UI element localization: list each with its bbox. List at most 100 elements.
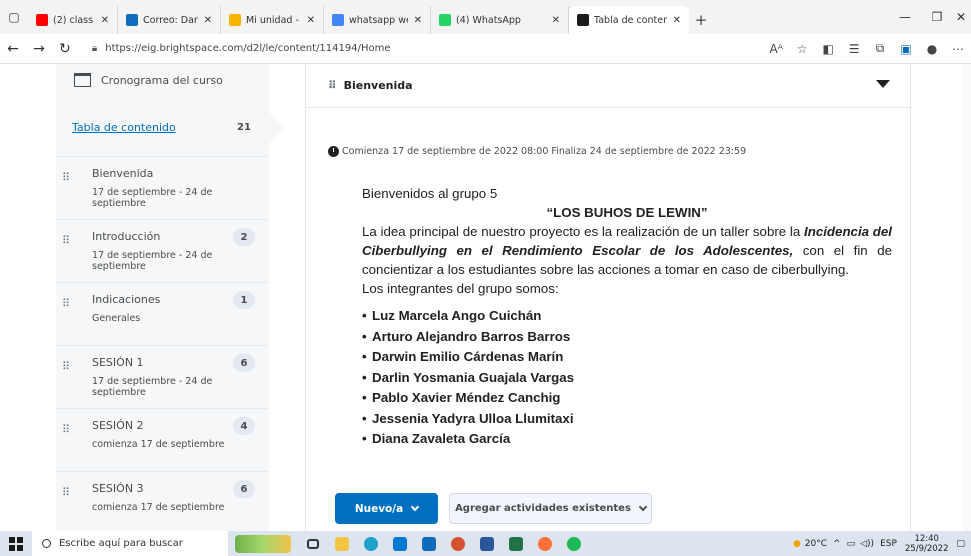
tab-favicon-icon [577,14,589,26]
toc-label[interactable]: Tabla de contenido [72,121,176,134]
taskbar-clock[interactable]: 12:40 25/9/2022 [905,534,949,554]
browser-tab[interactable]: (2) class romm - YouTu ✕ [28,6,118,34]
content-sidebar: Cronograma del curso Tabla de contenido … [56,64,269,531]
caret-down-icon[interactable] [876,80,890,88]
read-aloud-icon[interactable]: Aᴬ [763,42,789,56]
url-text: https://eig.brightspace.com/d2l/le/conte… [105,43,391,54]
favorites-icon[interactable]: ☰ [841,42,867,56]
module-item-title: SESIÓN 1 [92,356,144,369]
sidebar-module-item[interactable]: ⠿ Bienvenida 17 de septiembre - 24 de sept… [56,156,269,212]
outlook-icon[interactable]: ▣ [893,42,919,56]
sidebar-module-item[interactable]: ⠿ SESIÓN 2 comienza 17 de septiembre 4 [56,408,269,464]
browser-tab[interactable]: Correo: Darwin Emilio ✕ [118,6,221,34]
weather-temp[interactable]: 20°C [805,539,827,549]
page-scrollbar[interactable] [963,64,971,531]
chevron-down-icon [638,502,648,511]
close-tab-icon[interactable]: ✕ [204,15,212,26]
member-list-item: Jessenia Yadyra Ulloa Llumitaxi [362,409,892,430]
minimize-icon[interactable]: — [889,0,921,34]
tab-actions-icon[interactable]: ▢ [0,0,28,34]
browser-tab[interactable]: Tabla de contenido - E ✕ [569,6,689,34]
windows-start-button[interactable] [0,536,32,551]
drag-handle-icon[interactable]: ⠿ [62,487,70,498]
url-field[interactable]: 🔒︎ https://eig.brightspace.com/d2l/le/co… [84,37,763,61]
module-item-subtitle: 17 de septiembre - 24 de septiembre [92,376,213,398]
members-list: Luz Marcela Ango CuichánArturo Alejandro… [362,306,892,450]
sidebar-module-item[interactable]: ⠿ Indicaciones Generales 1 [56,282,269,338]
module-item-subtitle: Generales [92,313,141,324]
schedule-label: Cronograma del curso [101,73,223,87]
browser-tab[interactable]: (4) WhatsApp ✕ [431,6,569,34]
network-icon[interactable]: ▭ [847,539,856,549]
tray-chevron-icon[interactable]: ^ [833,539,841,549]
table-of-contents-link[interactable]: Tabla de contenido 21 [56,112,269,142]
module-item-subtitle: 17 de septiembre - 24 de septiembre [92,250,213,272]
member-list-item: Darlin Yosmania Guajala Vargas [362,368,892,389]
module-dates: Comienza 17 de septiembre de 2022 08:00 … [328,146,746,157]
module-item-count: 2 [233,228,255,246]
tab-title: Tabla de contenido - E [594,14,667,26]
language-indicator[interactable]: ESP [880,539,897,549]
close-tab-icon[interactable]: ✕ [552,15,560,26]
drag-handle-icon[interactable]: ⠿ [62,424,70,435]
toc-count: 21 [237,121,251,133]
drag-handle-icon[interactable]: ⠿ [62,298,70,309]
module-item-title: SESIÓN 3 [92,482,144,495]
edge-icon[interactable] [356,531,385,556]
close-tab-icon[interactable]: ✕ [673,15,681,26]
module-content: ⠿ Bienvenida Comienza 17 de septiembre d… [305,64,912,531]
word-icon[interactable] [472,531,501,556]
store-icon[interactable] [385,531,414,556]
sidebar-module-item[interactable]: ⠿ Introducción 17 de septiembre - 24 de se… [56,219,269,275]
notifications-icon[interactable]: ▢ [956,539,965,549]
browser-tab[interactable]: whatsapp web - Búsq ✕ [324,6,431,34]
drag-handle-icon[interactable]: ⠿ [62,235,70,246]
member-list-item: Pablo Xavier Méndez Canchig [362,388,892,409]
course-schedule-link[interactable]: Cronograma del curso [56,64,269,96]
group-name: “LOS BUHOS DE LEWIN” [546,205,708,220]
powerpoint-icon[interactable] [443,531,472,556]
close-tab-icon[interactable]: ✕ [101,15,109,26]
drag-handle-icon[interactable]: ⠿ [328,79,337,92]
new-button-label: Nuevo/a [354,502,404,515]
taskbar-search[interactable]: Escribe aquí para buscar [32,531,228,556]
new-button[interactable]: Nuevo/a [335,493,438,524]
spotify-icon[interactable] [559,531,588,556]
module-description: Bienvenidos al grupo 5 “LOS BUHOS DE LEW… [362,184,892,450]
profile-icon[interactable]: ● [919,42,945,56]
close-tab-icon[interactable]: ✕ [307,15,315,26]
collections-icon[interactable]: ⧉ [867,41,893,56]
search-highlight-image[interactable] [228,531,298,556]
tab-title: (2) class romm - YouTu [53,14,95,26]
module-item-count: 6 [233,480,255,498]
drag-handle-icon[interactable]: ⠿ [62,361,70,372]
add-existing-activities-button[interactable]: Agregar actividades existentes [449,493,652,524]
extensions-icon[interactable]: ◧ [815,42,841,56]
refresh-icon[interactable]: ↻ [52,41,78,57]
forward-icon[interactable]: → [26,41,52,57]
weather-icon[interactable]: ● [793,539,801,549]
excel-icon[interactable] [501,531,530,556]
drag-handle-icon[interactable]: ⠿ [62,172,70,183]
favorite-star-icon[interactable]: ☆ [789,42,815,56]
sidebar-module-item[interactable]: ⠿ SESIÓN 1 17 de septiembre - 24 de septie… [56,345,269,401]
tab-title: Mi unidad - Google D [246,14,301,26]
member-list-item: Darwin Emilio Cárdenas Marín [362,347,892,368]
back-icon[interactable]: ← [0,41,26,57]
new-tab-button[interactable]: + [689,6,713,34]
module-header[interactable]: ⠿ Bienvenida [306,64,912,108]
greeting: Bienvenidos al grupo 5 [362,186,498,201]
close-window-icon[interactable]: ✕ [951,0,971,34]
task-view-icon[interactable] [298,531,327,556]
tab-title: Correo: Darwin Emilio [143,14,198,26]
mail-icon[interactable] [414,531,443,556]
add-existing-label: Agregar actividades existentes [455,503,631,514]
firefox-icon[interactable] [530,531,559,556]
close-tab-icon[interactable]: ✕ [414,15,422,26]
sidebar-module-item[interactable]: ⠿ SESIÓN 3 comienza 17 de septiembre 6 [56,471,269,527]
volume-icon[interactable]: ◁)) [860,539,874,549]
file-explorer-icon[interactable] [327,531,356,556]
restore-icon[interactable]: ❐ [921,0,953,34]
browser-tab[interactable]: Mi unidad - Google D ✕ [221,6,324,34]
more-icon[interactable]: ⋯ [945,42,971,56]
